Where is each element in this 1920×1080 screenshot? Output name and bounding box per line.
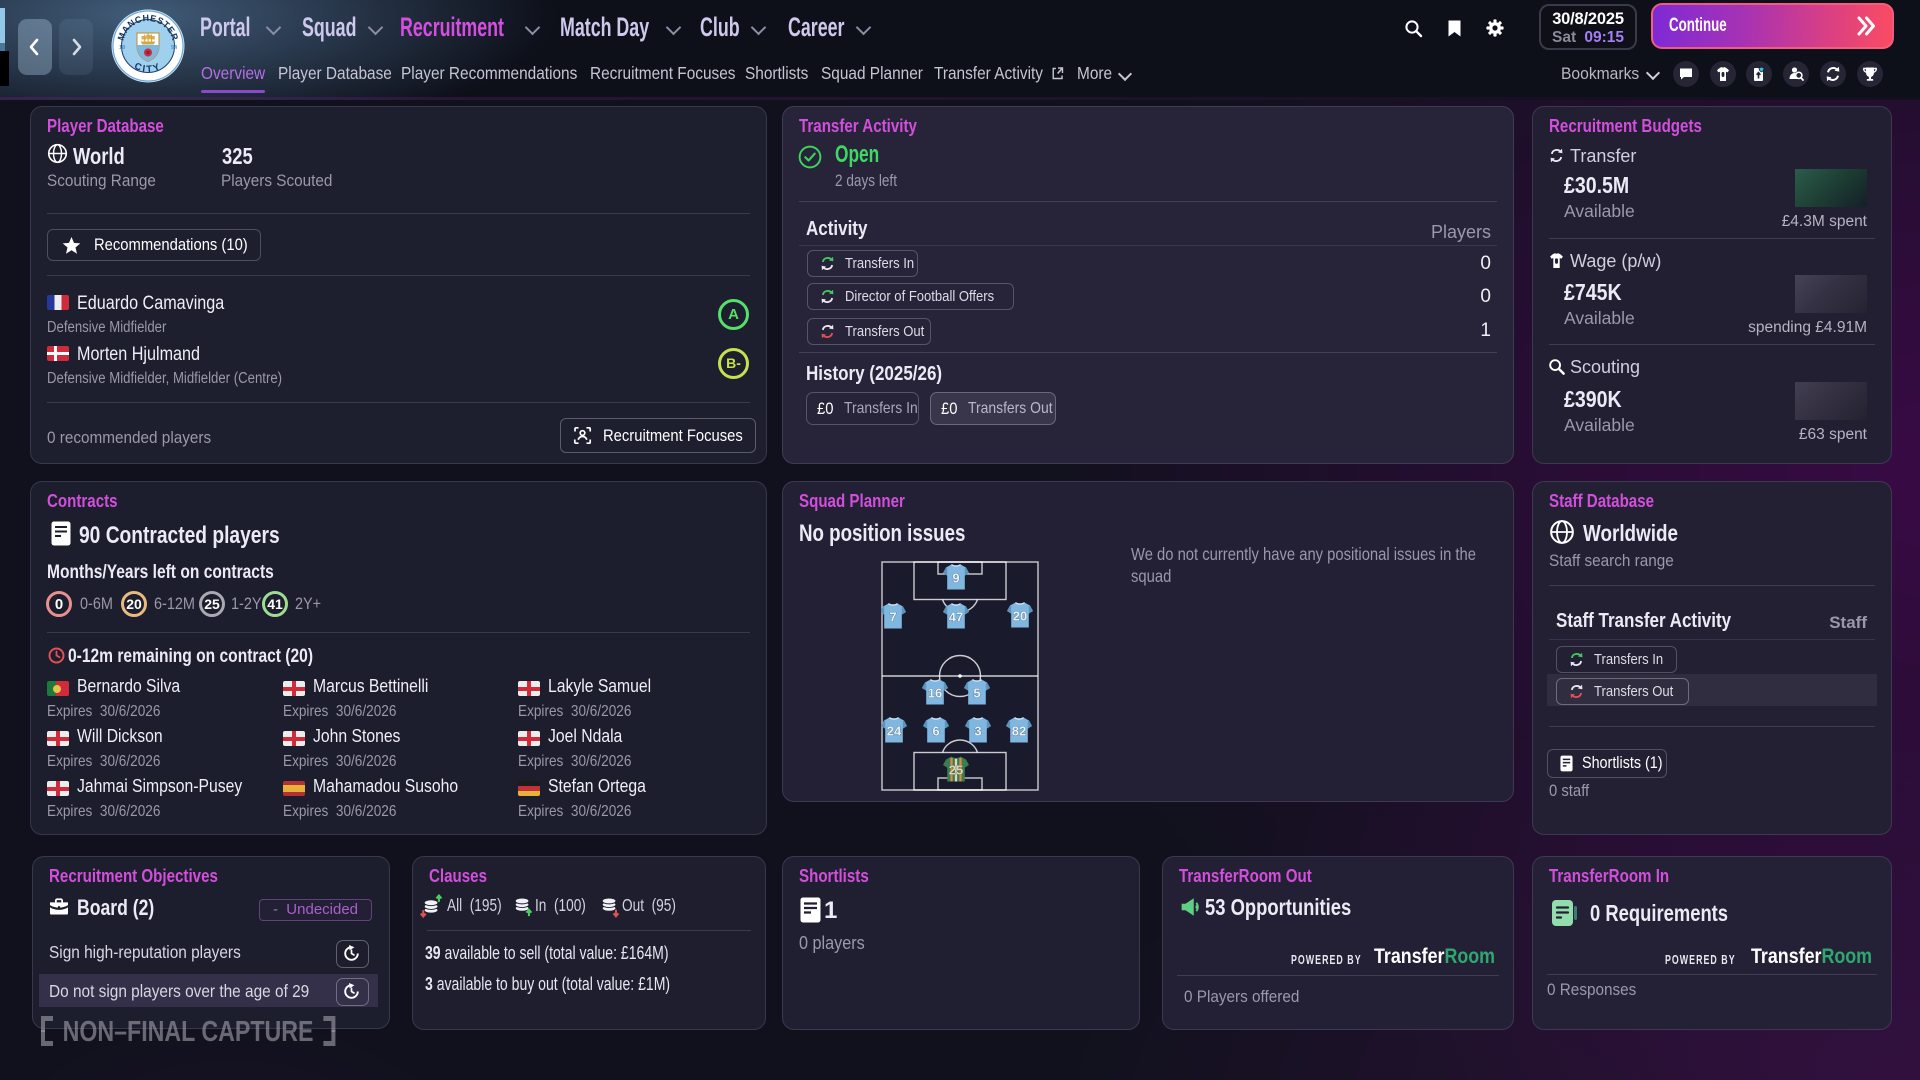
svg-text:47: 47 [949, 610, 963, 625]
svg-text:18: 18 [119, 45, 125, 51]
svg-text:3: 3 [974, 724, 981, 739]
svg-text:20: 20 [1013, 609, 1027, 624]
svg-text:7: 7 [889, 610, 896, 625]
svg-text:82: 82 [1012, 724, 1026, 739]
svg-text:25: 25 [949, 763, 963, 778]
svg-text:16: 16 [928, 686, 942, 701]
svg-text:5: 5 [973, 686, 980, 701]
svg-text:9: 9 [952, 571, 959, 586]
svg-text:24: 24 [887, 724, 902, 739]
svg-text:94: 94 [171, 45, 178, 51]
svg-text:6: 6 [932, 724, 939, 739]
